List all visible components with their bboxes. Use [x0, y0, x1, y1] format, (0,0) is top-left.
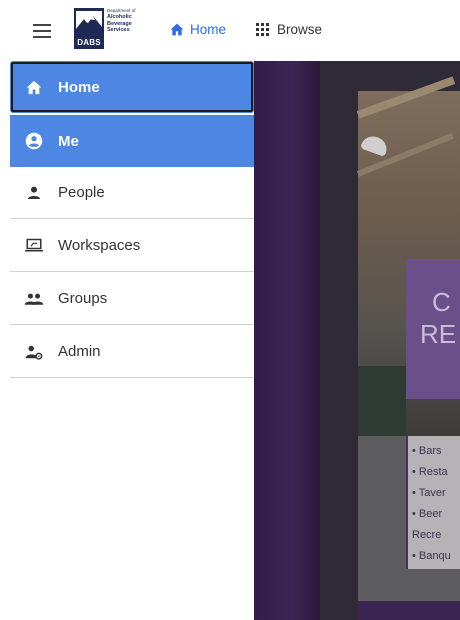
mountain-icon: [76, 11, 102, 37]
logo-abbr: DABS: [77, 38, 101, 47]
admin-person-gear-icon: [10, 344, 58, 360]
sidebar-item-me[interactable]: Me: [10, 115, 254, 167]
menu-icon[interactable]: [33, 24, 51, 38]
apps-grid-icon: [256, 22, 269, 36]
sidebar-item-groups[interactable]: Groups: [10, 273, 254, 325]
background-page: C RE • Bars • Resta • Taver • Beer Recre…: [254, 61, 460, 620]
sidebar-item-admin[interactable]: Admin: [10, 326, 254, 378]
logo-mark: DABS: [74, 8, 104, 49]
laptop-icon: [10, 238, 58, 253]
home-icon: [170, 23, 184, 35]
sidebar-item-label: Home: [58, 78, 100, 96]
sidebar-item-label: Workspaces: [58, 237, 141, 254]
nav-home-link[interactable]: Home: [170, 19, 226, 39]
sidebar-item-label: People: [58, 184, 105, 201]
sidebar-item-label: Groups: [58, 290, 108, 307]
sidebar-item-label: Me: [58, 132, 79, 150]
sidebar-item-workspaces[interactable]: Workspaces: [10, 220, 254, 272]
sidebar-item-people[interactable]: People: [10, 167, 254, 219]
account-circle-icon: [10, 132, 58, 150]
nav-browse-link[interactable]: Browse: [256, 19, 322, 39]
sidebar-item-label: Admin: [58, 343, 101, 360]
sidebar-item-home[interactable]: Home: [10, 61, 254, 113]
top-app-bar: DABS Department of Alcoholic Beverage Se…: [0, 0, 460, 61]
dabs-logo[interactable]: DABS Department of Alcoholic Beverage Se…: [74, 8, 138, 49]
home-icon: [10, 80, 58, 95]
nav-browse-label: Browse: [277, 21, 323, 37]
group-icon: [10, 292, 58, 306]
hero-heading: C RE: [420, 287, 457, 349]
nav-home-label: Home: [190, 21, 227, 37]
logo-wordmark: Department of Alcoholic Beverage Service…: [107, 8, 136, 33]
person-icon: [10, 185, 58, 201]
license-type-items: • Bars • Resta • Taver • Beer Recre • Ba…: [412, 445, 451, 562]
nav-drawer: Home Me People Workspaces Groups Admin: [10, 61, 254, 620]
